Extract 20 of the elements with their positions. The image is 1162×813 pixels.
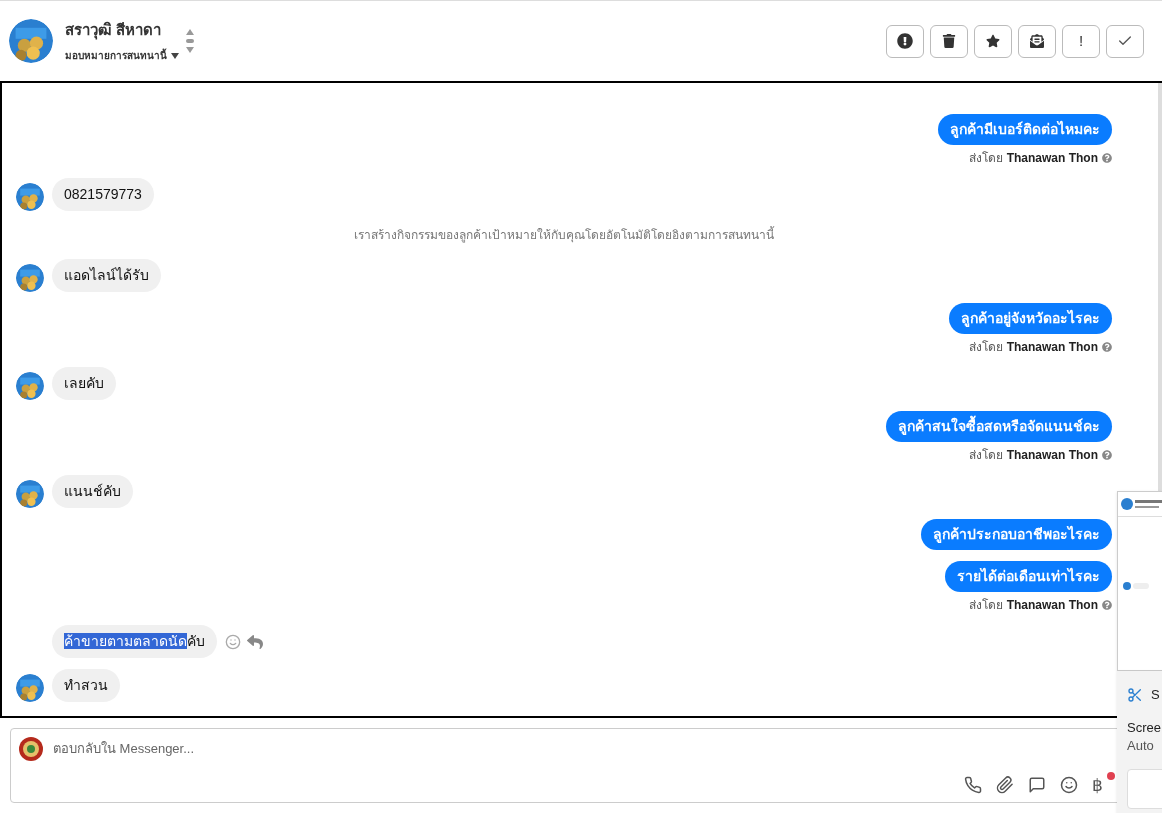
sent-by-label: ส่งโดย Thanawan Thon xyxy=(969,150,1098,167)
message-bubble: รายได้ต่อเดือนเท่าไรคะ xyxy=(945,561,1112,592)
message-bubble: ทำสวน xyxy=(52,669,120,702)
sent-by-label: ส่งโดย Thanawan Thon xyxy=(969,339,1098,356)
message-bubble: แนนช์คับ xyxy=(52,475,133,508)
sent-by-label: ส่งโดย Thanawan Thon xyxy=(969,447,1098,464)
message-bubble: เลยคับ xyxy=(52,367,116,400)
message-bubble: ลูกค้าสนใจซื้อสดหรือจัดแนนช์คะ xyxy=(886,411,1112,442)
notification-text: Auto xyxy=(1127,736,1155,755)
message-bubble: ลูกค้าประกอบอาชีพอะไรคะ xyxy=(921,519,1112,550)
sent-by-label: ส่งโดย Thanawan Thon xyxy=(969,597,1098,614)
message-bubble: ค้าขายตามตลาดนัดคับ xyxy=(52,625,217,658)
message-bubble: ลูกค้าอยู่จังหวัดอะไรคะ xyxy=(949,303,1112,334)
contact-name: สราวุฒิ สีหาดา xyxy=(65,19,163,42)
notification-title: S xyxy=(1151,686,1160,704)
message-bubble: ลูกค้ามีเบอร์ติดต่อไหมคะ xyxy=(938,114,1112,145)
message-bubble: 0821579773 xyxy=(52,178,154,211)
notification-text: Scree xyxy=(1127,718,1162,737)
system-notice: เราสร้างกิจกรรมของลูกค้าเป้าหมายให้กับคุณโดยอัตโนมัติโดยอิงตามการสนทนานี้ xyxy=(353,225,776,245)
message-bubble: แอดไลน์ได้รับ xyxy=(52,259,161,292)
